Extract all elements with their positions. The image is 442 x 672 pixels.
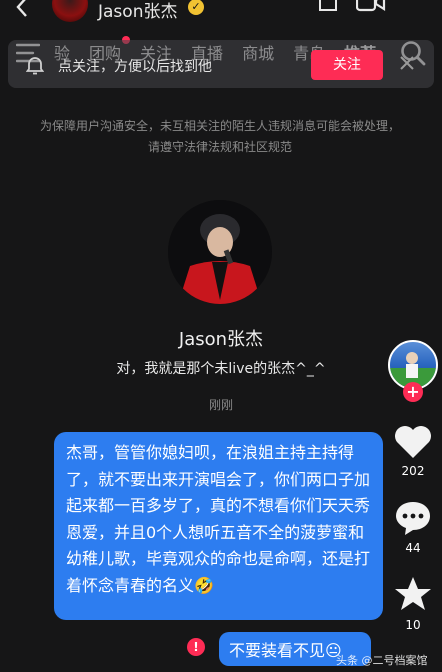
safety-notice: 为保障用户沟通安全，未互相关注的陌生人违规消息可能会被处理，请遵守法律法规和社区…: [40, 119, 401, 154]
header-avatar[interactable]: [52, 0, 88, 22]
watermark: 头条 @二号档案馆: [336, 654, 428, 667]
favorite-count: 10: [405, 618, 421, 632]
video-call-icon[interactable]: [356, 0, 386, 14]
star-icon[interactable]: [393, 576, 433, 612]
sent-message-bubble[interactable]: 杰哥，管管你媳妇呗，在浪姐主持主持得了，就不要出来开演唱会了，你们两口子加起来都…: [54, 432, 383, 620]
profile-name: Jason张杰: [178, 329, 264, 350]
chat-header: Jason张杰 ✓: [0, 0, 442, 22]
header-name[interactable]: Jason张杰: [98, 0, 177, 22]
profile-bio: 对，我就是那个未live的张杰^_^: [116, 361, 326, 377]
follow-prompt-text: 点关注，方便以后找到他: [58, 59, 212, 75]
follow-prompt: 点关注，方便以后找到他 关注: [8, 40, 434, 88]
send-failed-icon[interactable]: !: [187, 638, 205, 656]
close-icon[interactable]: [398, 54, 416, 72]
bell-icon: [26, 57, 44, 75]
follow-plus-icon[interactable]: +: [403, 382, 423, 402]
more-icon[interactable]: [318, 0, 338, 14]
verified-badge-icon: ✓: [188, 0, 204, 15]
comment-icon[interactable]: [393, 500, 433, 536]
heart-icon[interactable]: [393, 424, 433, 460]
profile-avatar[interactable]: [168, 200, 272, 304]
message-timestamp: 刚刚: [208, 398, 233, 412]
like-count: 202: [401, 464, 425, 478]
follow-button[interactable]: 关注: [311, 50, 383, 80]
comment-count: 44: [405, 541, 421, 555]
back-arrow-icon[interactable]: [14, 0, 30, 18]
